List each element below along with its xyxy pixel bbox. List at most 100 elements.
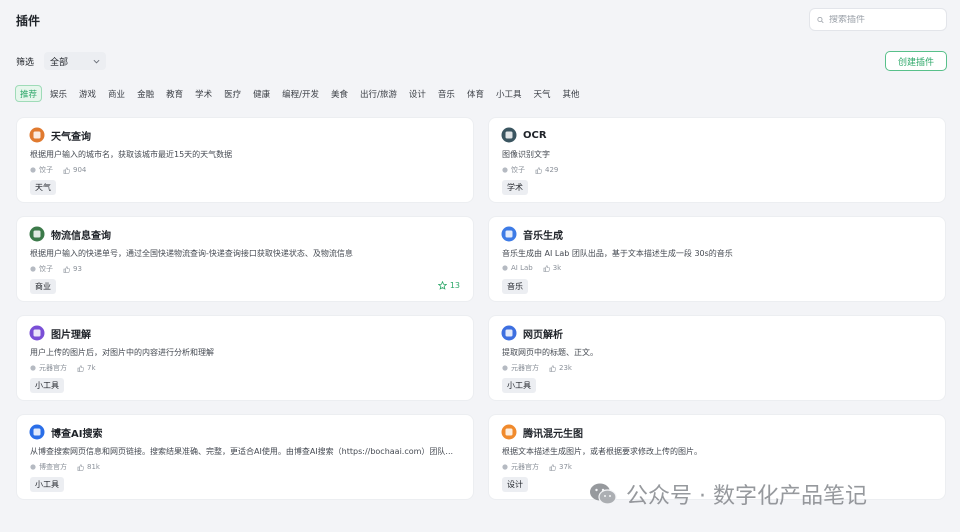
thumbs-up-icon xyxy=(549,463,556,471)
thumbs-up-icon xyxy=(535,166,542,174)
card-meta: 博查官方 81k xyxy=(30,462,100,472)
card-author: AI Lab xyxy=(511,264,533,272)
card-description: 根据用户输入的快递单号，通过全国快递物流查询-快递查询接口获取快递状态、及物流信… xyxy=(30,249,353,258)
card-title: 音乐生成 xyxy=(523,230,563,242)
favorite-count[interactable]: 13 xyxy=(437,281,460,290)
plugin-card[interactable]: 音乐生成 音乐生成由 AI Lab 团队出品，基于文本描述生成一段 30s的音乐… xyxy=(488,216,946,302)
card-description: 音乐生成由 AI Lab 团队出品，基于文本描述生成一段 30s的音乐 xyxy=(502,249,733,258)
tab-recommend[interactable]: 推荐 xyxy=(15,85,43,102)
filter-selected-value: 全部 xyxy=(50,57,69,68)
card-tag: 商业 xyxy=(30,279,56,294)
tab-education[interactable]: 教育 xyxy=(162,85,187,102)
card-meta: 元器官方 7k xyxy=(30,363,96,373)
category-tabs: 推荐 娱乐 游戏 商业 金融 教育 学术 医疗 健康 编程/开发 美食 出行/旅… xyxy=(15,85,584,102)
card-title: 图片理解 xyxy=(51,329,91,341)
tab-games[interactable]: 游戏 xyxy=(75,85,100,102)
card-description: 从博查搜索网页信息和网页链接。搜索结果准确、完整，更适合AI使用。由博查AI搜索… xyxy=(30,447,454,456)
plugin-card[interactable]: 网页解析 提取网页中的标题、正文。 元器官方 23k 小工具 xyxy=(488,315,946,401)
card-likes: 23k xyxy=(559,364,572,372)
plugin-card[interactable]: 博查AI搜索 从博查搜索网页信息和网页链接。搜索结果准确、完整，更适合AI使用。… xyxy=(16,414,474,500)
chevron-down-icon xyxy=(93,59,100,63)
card-meta: 饺子 93 xyxy=(30,264,82,274)
page-title: 插件 xyxy=(16,13,41,28)
card-author: 饺子 xyxy=(511,166,525,174)
author-icon xyxy=(502,265,508,271)
plugin-card[interactable]: 图片理解 用户上传的图片后，对图片中的内容进行分析和理解 元器官方 7k 小工具 xyxy=(16,315,474,401)
card-title: 天气查询 xyxy=(51,131,91,143)
card-tag: 小工具 xyxy=(30,477,64,492)
tab-academic[interactable]: 学术 xyxy=(191,85,216,102)
card-author: 饺子 xyxy=(39,166,53,174)
card-author: 元器官方 xyxy=(511,364,539,372)
card-likes: 429 xyxy=(545,166,559,174)
plugin-card[interactable]: 物流信息查询 根据用户输入的快递单号，通过全国快递物流查询-快递查询接口获取快递… xyxy=(16,216,474,302)
thumbs-up-icon xyxy=(543,264,550,272)
tab-finance[interactable]: 金融 xyxy=(133,85,158,102)
tab-music[interactable]: 音乐 xyxy=(434,85,459,102)
card-author: 博查官方 xyxy=(39,463,67,471)
wechat-icon xyxy=(590,483,617,505)
card-title: 博查AI搜索 xyxy=(51,428,103,440)
author-icon xyxy=(30,167,36,173)
thumbs-up-icon xyxy=(77,364,84,372)
card-likes: 37k xyxy=(559,463,572,471)
author-icon xyxy=(30,266,36,272)
tab-health[interactable]: 健康 xyxy=(249,85,274,102)
plugin-card[interactable]: OCR 图像识别文字 饺子 429 学术 xyxy=(488,117,946,203)
card-tag: 小工具 xyxy=(502,378,536,393)
thumbs-up-icon xyxy=(549,364,556,372)
tab-food[interactable]: 美食 xyxy=(327,85,352,102)
watermark-text: 公众号 · 数字化产品笔记 xyxy=(626,484,867,509)
card-meta: 饺子 904 xyxy=(30,165,86,175)
author-icon xyxy=(502,167,508,173)
card-meta: AI Lab 3k xyxy=(502,264,561,272)
tab-tools[interactable]: 小工具 xyxy=(492,85,526,102)
card-tag: 学术 xyxy=(502,180,528,195)
bocha-icon xyxy=(29,424,45,440)
create-plugin-button[interactable]: 创建插件 xyxy=(885,51,947,71)
image-understand-icon xyxy=(29,325,45,341)
card-likes: 93 xyxy=(73,265,82,273)
card-likes: 3k xyxy=(552,264,562,272)
card-tag: 设计 xyxy=(502,477,528,492)
tab-medical[interactable]: 医疗 xyxy=(220,85,245,102)
logistics-icon xyxy=(29,226,45,242)
search-box[interactable] xyxy=(809,8,947,31)
author-icon xyxy=(502,464,508,470)
card-title: 物流信息查询 xyxy=(51,230,111,242)
filter-row: 筛选 全部 xyxy=(16,52,107,70)
filter-select[interactable]: 全部 xyxy=(44,52,107,70)
card-tag: 音乐 xyxy=(502,279,528,294)
card-description: 图像识别文字 xyxy=(502,150,550,159)
tab-business[interactable]: 商业 xyxy=(104,85,129,102)
card-description: 用户上传的图片后，对图片中的内容进行分析和理解 xyxy=(30,348,214,357)
plugin-card[interactable]: 天气查询 根据用户输入的城市名，获取该城市最近15天的天气数据 饺子 904 天… xyxy=(16,117,474,203)
tab-travel[interactable]: 出行/旅游 xyxy=(356,85,401,102)
author-icon xyxy=(502,365,508,371)
web-parse-icon xyxy=(501,325,517,341)
tab-entertainment[interactable]: 娱乐 xyxy=(46,85,71,102)
author-icon xyxy=(30,464,36,470)
tab-weather[interactable]: 天气 xyxy=(529,85,554,102)
author-icon xyxy=(30,365,36,371)
card-title: 腾讯混元生图 xyxy=(523,428,583,440)
card-meta: 元器官方 23k xyxy=(502,363,572,373)
tab-other[interactable]: 其他 xyxy=(558,85,583,102)
search-icon xyxy=(817,16,824,23)
card-meta: 饺子 429 xyxy=(502,165,558,175)
card-likes: 904 xyxy=(73,166,87,174)
card-description: 提取网页中的标题、正文。 xyxy=(502,348,598,357)
search-input[interactable] xyxy=(829,14,939,25)
tab-programming[interactable]: 编程/开发 xyxy=(278,85,323,102)
card-meta: 元器官方 37k xyxy=(502,462,572,472)
card-title: 网页解析 xyxy=(523,329,563,341)
thumbs-up-icon xyxy=(63,166,70,174)
tab-design[interactable]: 设计 xyxy=(405,85,430,102)
tab-sports[interactable]: 体育 xyxy=(463,85,488,102)
card-likes: 7k xyxy=(87,364,96,372)
card-likes: 81k xyxy=(87,463,100,471)
watermark: 公众号 · 数字化产品笔记 xyxy=(588,478,867,510)
card-tag: 小工具 xyxy=(30,378,64,393)
card-author: 元器官方 xyxy=(511,463,539,471)
star-icon xyxy=(437,281,447,290)
